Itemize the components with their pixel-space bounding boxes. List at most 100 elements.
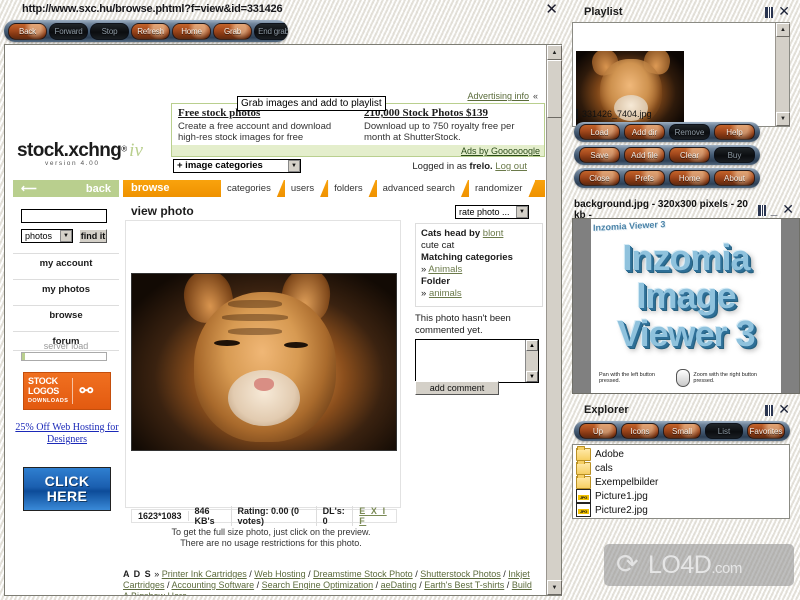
home-button[interactable]: Home [172, 22, 211, 40]
list-item[interactable]: JPG Picture2.jpg [576, 503, 789, 517]
explorer-favorites-button[interactable]: Favorites [747, 423, 785, 439]
tab-advanced-search[interactable]: advanced search [377, 180, 468, 197]
find-it-button[interactable]: find it [79, 229, 107, 243]
ad-link[interactable]: Printer Ink Cartridges [162, 569, 247, 579]
address-bar-url[interactable]: http://www.sxc.hu/browse.phtml?f=view&id… [22, 3, 283, 15]
playlist-clear-button[interactable]: Clear [669, 147, 710, 163]
ad-link[interactable]: Earth's Best T-shirts [424, 580, 504, 590]
forward-button[interactable]: Forward [49, 22, 88, 40]
list-item[interactable]: JPG Picture1.jpg [576, 489, 789, 503]
ads-by-google-link[interactable]: Ads by Goooooogle [461, 146, 540, 156]
ad-right-heading[interactable]: 210,000 Stock Photos $139 [364, 107, 538, 119]
close-icon[interactable]: ✕ [545, 1, 558, 17]
explorer-up-button[interactable]: Up [579, 423, 617, 439]
folder-label: Folder [421, 276, 451, 287]
sidebar-item-my-photos[interactable]: my photos [13, 279, 119, 298]
back-button[interactable]: Back [8, 22, 47, 40]
add-comment-button[interactable]: add comment [415, 381, 499, 395]
recycle-icon: ⟳ [616, 549, 639, 580]
scroll-up-icon[interactable]: ▲ [776, 23, 790, 37]
rollup-icon[interactable] [765, 6, 774, 18]
rollup-icon[interactable] [757, 204, 766, 216]
explorer-title: Explorer [584, 404, 629, 416]
viewer-mouse-hints: Pan with the left button pressed. Zoom w… [599, 369, 775, 387]
server-load-bar [21, 352, 107, 361]
photo-usage-note: To get the full size photo, just click o… [131, 527, 411, 549]
end-grab-button[interactable]: End grab [254, 22, 288, 40]
web-hosting-ad[interactable]: 25% Off Web Hosting for Designers [15, 422, 119, 446]
scroll-down-icon[interactable]: ▼ [526, 371, 538, 382]
ad-link[interactable]: Dreamstime Stock Photo [313, 569, 413, 579]
ad-link[interactable]: Web Hosting [254, 569, 305, 579]
playlist-save-button[interactable]: Save [579, 147, 620, 163]
playlist-add-dir-button[interactable]: Add dir [624, 124, 665, 140]
back-nav-button[interactable]: ⟵ back [13, 180, 119, 197]
scroll-down-icon[interactable]: ▼ [547, 580, 562, 595]
explorer-file-list[interactable]: Adobe cals Exempelbilder JPG Picture1.jp… [572, 444, 790, 519]
click-here-banner[interactable]: CLICK HERE [23, 467, 111, 511]
refresh-button[interactable]: Refresh [131, 22, 170, 40]
list-item[interactable]: Exempelbilder [576, 473, 789, 489]
explorer-icons-button[interactable]: Icons [621, 423, 659, 439]
scroll-down-icon[interactable]: ▼ [776, 112, 790, 126]
playlist-remove-button[interactable]: Remove [669, 124, 710, 140]
ad-link[interactable]: Shutterstock Photos [420, 569, 501, 579]
comment-scrollbar[interactable]: ▲ ▼ [525, 340, 538, 382]
scroll-thumb[interactable] [547, 60, 562, 118]
comment-textarea[interactable] [416, 340, 525, 382]
chevron-down-icon: ▼ [288, 160, 300, 172]
list-item[interactable]: Adobe [576, 445, 789, 461]
tab-randomizer[interactable]: randomizer [469, 180, 536, 197]
folder-icon [576, 445, 591, 461]
explorer-small-button[interactable]: Small [663, 423, 701, 439]
tab-folders[interactable]: folders [328, 180, 376, 197]
search-type-select[interactable]: photos ▼ [21, 229, 73, 243]
close-icon[interactable]: ✕ [778, 403, 790, 417]
stock-logos-ad[interactable]: STOCK LOGOS DOWNLOADS ⚯ [23, 372, 111, 410]
ad-left-text: Create a free account and download high-… [178, 121, 332, 143]
stop-button[interactable]: Stop [90, 22, 129, 40]
scroll-up-icon[interactable]: ▲ [526, 340, 538, 351]
playlist-close-button[interactable]: Close [579, 170, 620, 186]
tab-categories[interactable]: categories [221, 180, 284, 197]
grab-button[interactable]: Grab [213, 22, 252, 40]
playlist-prefs-button[interactable]: Prefs [624, 170, 665, 186]
playlist-titlebar: Playlist ✕ [572, 2, 796, 22]
sidebar-item-browse[interactable]: browse [13, 305, 119, 324]
rollup-icon[interactable] [765, 404, 774, 416]
playlist-filename-row: 331426_7404.jpg [576, 108, 776, 120]
scroll-up-icon[interactable]: ▲ [547, 45, 562, 60]
list-item[interactable]: cals [576, 459, 789, 475]
playlist-load-button[interactable]: Load [579, 124, 620, 140]
playlist-scrollbar[interactable]: ▲ ▼ [775, 23, 790, 126]
matching-categories-label: Matching categories [421, 252, 513, 263]
close-icon[interactable]: ✕ [782, 203, 794, 217]
sidebar-item-my-account[interactable]: my account [13, 253, 119, 272]
playlist-help-button[interactable]: Help [714, 124, 755, 140]
image-categories-select[interactable]: + image categories ▼ [173, 159, 301, 173]
photo-preview[interactable] [131, 273, 397, 451]
rate-photo-select[interactable]: rate photo ... ▼ [455, 205, 529, 219]
explorer-list-button[interactable]: List [705, 423, 743, 439]
minimize-icon[interactable]: _ [771, 204, 778, 216]
close-icon[interactable]: ✕ [778, 5, 790, 19]
ad-link[interactable]: aeDating [381, 580, 417, 590]
search-input[interactable] [21, 209, 107, 223]
folder-link[interactable]: animals [429, 288, 462, 299]
tab-users[interactable]: users [285, 180, 327, 197]
site-logo[interactable]: stock.xchng® iv version 4.00 [17, 140, 143, 167]
viewer-image[interactable]: Inzomia Viewer 3 Inzomia Image Viewer 3 … [591, 219, 781, 393]
playlist-buy-button[interactable]: Buy [714, 147, 755, 163]
playlist-home-button[interactable]: Home [669, 170, 710, 186]
playlist-about-button[interactable]: About [714, 170, 755, 186]
advertising-info-link[interactable]: Advertising info [467, 91, 529, 101]
logout-link[interactable]: Log out [495, 161, 527, 172]
page-scrollbar[interactable]: ▲ ▼ [546, 45, 562, 595]
matching-category-link[interactable]: Animals [428, 264, 462, 275]
photo-author-link[interactable]: blont [483, 228, 504, 239]
playlist-add-file-button[interactable]: Add file [624, 147, 665, 163]
exif-link[interactable]: E X I F [353, 506, 396, 526]
ad-link[interactable]: Accounting Software [172, 580, 255, 590]
ad-link[interactable]: Search Engine Optimization [262, 580, 374, 590]
viewer-canvas[interactable]: Inzomia Viewer 3 Inzomia Image Viewer 3 … [572, 218, 800, 394]
